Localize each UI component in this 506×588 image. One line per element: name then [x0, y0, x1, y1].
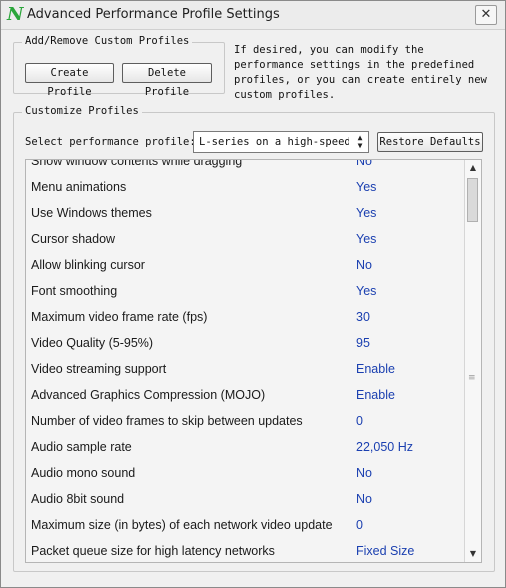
setting-value[interactable]: No — [356, 258, 372, 272]
setting-label: Maximum size (in bytes) of each network … — [31, 518, 333, 532]
setting-row[interactable]: Audio 8bit sound No — [26, 486, 467, 512]
setting-value[interactable]: Yes — [356, 284, 376, 298]
scroll-down-arrow-icon[interactable]: ▼ — [466, 546, 480, 562]
setting-value[interactable]: Yes — [356, 206, 376, 220]
setting-label: Audio 8bit sound — [31, 492, 125, 506]
setting-row[interactable]: Number of video frames to skip between u… — [26, 408, 467, 434]
setting-row[interactable]: Advanced Graphics Compression (MOJO) Enab… — [26, 382, 467, 408]
setting-row[interactable]: Font smoothing Yes — [26, 278, 467, 304]
close-button[interactable]: ✕ — [475, 5, 497, 25]
spinner-arrows-icon[interactable]: ▲ ▼ — [354, 134, 366, 150]
setting-row[interactable]: Allow blinking cursor No — [26, 252, 467, 278]
setting-label: Cursor shadow — [31, 232, 116, 246]
setting-label: Use Windows themes — [31, 206, 152, 220]
scroll-grip-icon: ≡ — [468, 373, 476, 383]
setting-label: Video streaming support — [31, 362, 167, 376]
setting-row[interactable]: Show window contents while dragging No — [26, 159, 467, 174]
setting-row[interactable]: Maximum video frame rate (fps) 30 — [26, 304, 467, 330]
setting-row[interactable]: Audio sample rate 22,050 Hz — [26, 434, 467, 460]
app-logo-icon: N — [7, 4, 24, 25]
setting-row[interactable]: Video streaming support Enable — [26, 356, 467, 382]
setting-value[interactable]: 95 — [356, 336, 370, 350]
setting-row[interactable]: Use Windows themes Yes — [26, 200, 467, 226]
setting-value[interactable]: Enable — [356, 362, 395, 376]
setting-label: Advanced Graphics Compression (MOJO) — [31, 388, 266, 402]
setting-label: Packet queue size for high latency netwo… — [31, 544, 275, 558]
setting-label: Show window contents while dragging — [31, 159, 243, 168]
setting-row[interactable]: Menu animations Yes — [26, 174, 467, 200]
restore-defaults-button[interactable]: Restore Defaults — [377, 132, 483, 152]
setting-value[interactable]: 30 — [356, 310, 370, 324]
customize-legend: Customize Profiles — [22, 105, 142, 117]
setting-row[interactable]: Video Quality (5-95%) 95 — [26, 330, 467, 356]
vertical-scrollbar[interactable]: ▲ ≡ ▼ — [464, 160, 481, 562]
setting-value[interactable]: 0 — [356, 414, 363, 428]
add-remove-group: Add/Remove Custom Profiles Create Profil… — [13, 35, 225, 98]
settings-window: N Advanced Performance Profile Settings … — [0, 0, 506, 588]
create-profile-button[interactable]: Create Profile — [25, 63, 114, 98]
scroll-up-arrow-icon[interactable]: ▲ — [466, 160, 480, 176]
setting-label: Menu animations — [31, 180, 127, 194]
setting-label: Font smoothing — [31, 284, 118, 298]
setting-label: Audio sample rate — [31, 440, 132, 454]
settings-list[interactable]: Show window contents while dragging No Men… — [25, 159, 482, 563]
title-bar: N Advanced Performance Profile Settings … — [1, 1, 505, 30]
settings-rows: Show window contents while dragging No Men… — [26, 159, 467, 562]
setting-label: Maximum video frame rate (fps) — [31, 310, 208, 324]
setting-value[interactable]: 22,050 Hz — [356, 440, 413, 454]
setting-row[interactable]: Maximum size (in bytes) of each network … — [26, 512, 467, 538]
setting-label: Video Quality (5-95%) — [31, 336, 154, 350]
setting-label: Audio mono sound — [31, 466, 136, 480]
add-remove-legend: Add/Remove Custom Profiles — [22, 35, 193, 47]
setting-value[interactable]: No — [356, 160, 372, 168]
delete-profile-button[interactable]: Delete Profile — [122, 63, 212, 98]
setting-value[interactable]: No — [356, 492, 372, 506]
profile-select-value: L-series on a high-speed : — [199, 136, 349, 148]
profile-select[interactable]: L-series on a high-speed : ▲ ▼ — [193, 131, 369, 153]
profile-select-label: Select performance profile: — [25, 136, 196, 148]
scroll-thumb[interactable] — [467, 178, 478, 222]
setting-row[interactable]: Cursor shadow Yes — [26, 226, 467, 252]
setting-value[interactable]: Enable — [356, 388, 395, 402]
setting-value[interactable]: Yes — [356, 180, 376, 194]
profile-description: If desired, you can modify the performan… — [234, 44, 487, 101]
setting-value[interactable]: 0 — [356, 518, 363, 532]
setting-row[interactable]: Audio mono sound No — [26, 460, 467, 486]
setting-value[interactable]: No — [356, 466, 372, 480]
setting-row[interactable]: Packet queue size for high latency netwo… — [26, 538, 467, 562]
setting-label: Allow blinking cursor — [31, 258, 145, 272]
setting-value[interactable]: Yes — [356, 232, 376, 246]
window-title: Advanced Performance Profile Settings — [27, 7, 280, 22]
setting-label: Number of video frames to skip between u… — [31, 414, 303, 428]
setting-value[interactable]: Fixed Size — [356, 544, 414, 558]
